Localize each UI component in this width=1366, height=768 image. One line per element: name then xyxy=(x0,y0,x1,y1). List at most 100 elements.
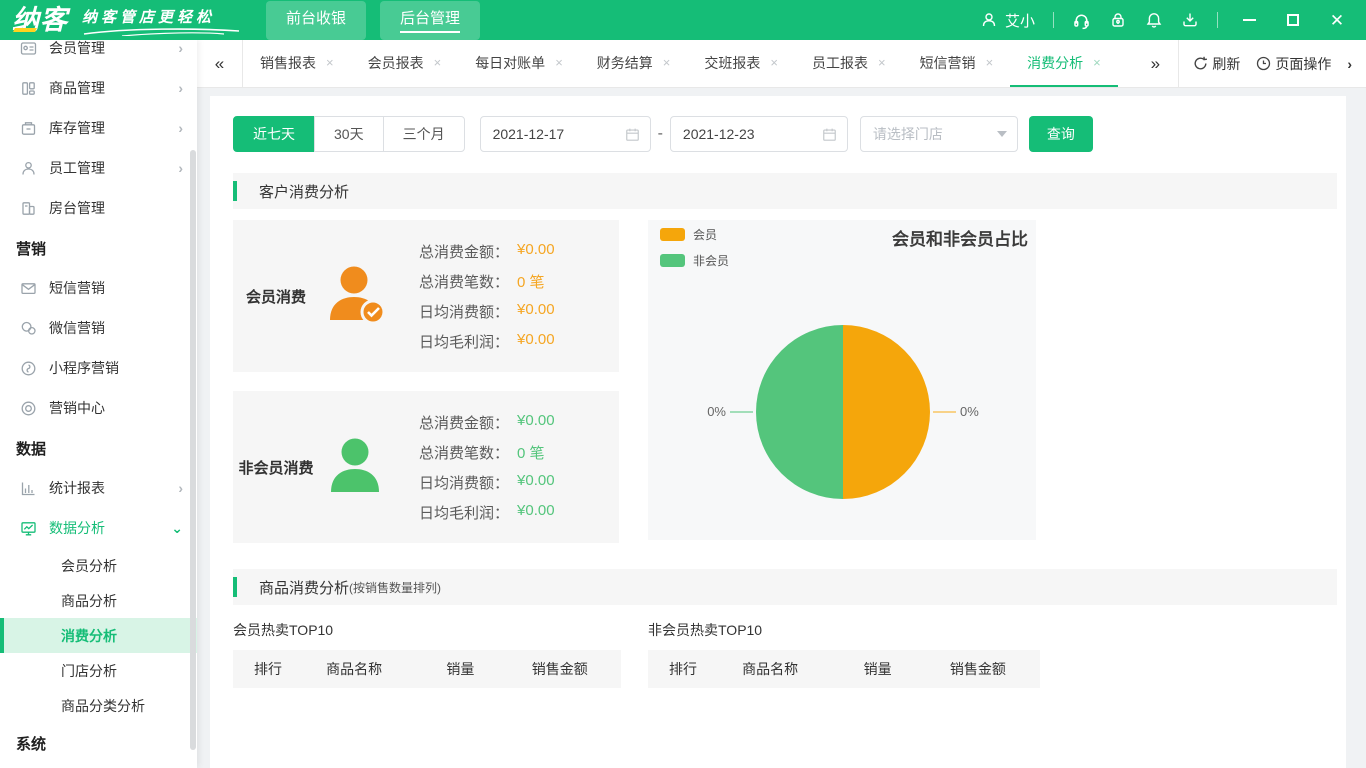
sidebar-menu: 会员管理› 商品管理› 库存管理› 员工管理› 房台管理 营销 短信营销 微信营… xyxy=(0,40,197,763)
top10-tables-row: 会员热卖TOP10 排行 商品名称 销量 销售金额 非会员热卖TOP10 排行 … xyxy=(233,620,1337,688)
tab-consumption-analysis[interactable]: 消费分析× xyxy=(1010,40,1118,87)
range-30days-button[interactable]: 30天 xyxy=(314,116,384,152)
sidebar-subitem-store-analysis[interactable]: 门店分析 xyxy=(0,653,197,688)
tab-shift-report[interactable]: 交班报表× xyxy=(687,40,795,87)
tabs-scroll-left-button[interactable]: « xyxy=(197,40,243,87)
app-logo: 纳客 xyxy=(0,2,78,38)
tab-sms-marketing[interactable]: 短信营销× xyxy=(903,40,1011,87)
tab-close-icon[interactable]: × xyxy=(326,55,334,70)
sidebar-item-product-mgmt[interactable]: 商品管理› xyxy=(0,68,197,108)
sidebar-subitem-product-category-analysis[interactable]: 商品分类分析 xyxy=(0,688,197,723)
user-menu[interactable]: 艾小 xyxy=(980,10,1035,31)
range-3months-button[interactable]: 三个月 xyxy=(383,116,465,152)
member-daily-profit: ¥0.00 xyxy=(517,331,555,352)
start-date-field[interactable] xyxy=(480,116,651,152)
member-total-count: 0 笔 xyxy=(517,271,545,292)
member-ratio-pie-chart: 会员 非会员 会员和非会员占比 0% 0% xyxy=(648,220,1036,540)
sidebar-subitem-product-analysis[interactable]: 商品分析 xyxy=(0,583,197,618)
member-avatar-icon xyxy=(319,260,391,332)
page-operations-icon xyxy=(1256,56,1271,71)
nonmember-avatar-icon xyxy=(319,431,391,503)
lock-icon[interactable] xyxy=(1109,11,1127,29)
date-separator: - xyxy=(658,125,663,143)
sidebar-item-staff-mgmt[interactable]: 员工管理› xyxy=(0,148,197,188)
tab-staff-report[interactable]: 员工报表× xyxy=(795,40,903,87)
chevron-right-icon: › xyxy=(178,40,183,56)
member-daily-avg: ¥0.00 xyxy=(517,301,555,322)
tab-close-icon[interactable]: × xyxy=(434,55,442,70)
sidebar-subitem-member-analysis[interactable]: 会员分析 xyxy=(0,548,197,583)
stat-cards-column: 会员消费 总消费金额：¥0.00 总消费笔数：0 笔 日均消费额：¥0.00 日… xyxy=(233,220,619,543)
tab-close-icon[interactable]: × xyxy=(878,55,886,70)
pie-label-nonmember: 0% xyxy=(707,404,726,419)
topnav-front-cashier[interactable]: 前台收银 xyxy=(266,1,366,40)
staff-person-icon xyxy=(20,159,38,177)
tab-close-icon[interactable]: × xyxy=(663,55,671,70)
start-date-input[interactable] xyxy=(493,126,625,142)
tab-close-icon[interactable]: × xyxy=(555,55,563,70)
nonmember-total-count: 0 笔 xyxy=(517,442,545,463)
topnav-backend-manage[interactable]: 后台管理 xyxy=(380,1,480,40)
nonmember-card-title: 非会员消费 xyxy=(233,457,319,478)
nonmember-top10-title: 非会员热卖TOP10 xyxy=(648,620,1040,640)
tabs-scroll-right-button[interactable]: » xyxy=(1132,40,1178,87)
end-date-input[interactable] xyxy=(683,126,822,142)
target-icon xyxy=(20,399,38,417)
nonmember-daily-avg: ¥0.00 xyxy=(517,472,555,493)
divider xyxy=(1053,12,1054,28)
tab-finance-settlement[interactable]: 财务结算× xyxy=(580,40,688,87)
search-button[interactable]: 查询 xyxy=(1029,116,1093,152)
pie-label-member: 0% xyxy=(960,404,979,419)
sidebar-item-statistic-reports[interactable]: 统计报表› xyxy=(0,468,197,508)
slogan-swoosh xyxy=(82,27,242,36)
minimize-icon xyxy=(1243,19,1256,21)
nonmember-total-amount: ¥0.00 xyxy=(517,412,555,433)
close-icon: ✕ xyxy=(1330,12,1344,29)
tab-close-icon[interactable]: × xyxy=(986,55,994,70)
sidebar-item-wechat-marketing[interactable]: 微信营销 xyxy=(0,308,197,348)
window-close-button[interactable]: ✕ xyxy=(1324,7,1350,33)
sidebar-item-sms-marketing[interactable]: 短信营销 xyxy=(0,268,197,308)
legend-item-nonmember[interactable]: 非会员 xyxy=(660,252,729,269)
section-customer-consumption: 客户消费分析 xyxy=(233,173,1337,209)
sidebar-item-member-mgmt[interactable]: 会员管理› xyxy=(0,40,197,68)
tab-close-icon[interactable]: × xyxy=(1093,55,1101,70)
legend-item-member[interactable]: 会员 xyxy=(660,226,729,243)
sidebar-item-miniprogram-marketing[interactable]: 小程序营销 xyxy=(0,348,197,388)
tab-daily-reconciliation[interactable]: 每日对账单× xyxy=(458,40,580,87)
window-minimize-button[interactable] xyxy=(1236,7,1262,33)
miniprogram-icon xyxy=(20,359,38,377)
tab-member-report[interactable]: 会员报表× xyxy=(351,40,459,87)
maximize-icon xyxy=(1287,14,1299,26)
refresh-button[interactable]: 刷新 xyxy=(1193,54,1240,74)
download-icon[interactable] xyxy=(1181,11,1199,29)
tab-tools: 刷新 页面操作 › xyxy=(1178,40,1366,87)
sidebar-item-room-mgmt[interactable]: 房台管理 xyxy=(0,188,197,228)
chevron-down-icon xyxy=(997,131,1007,137)
page-content: 近七天 30天 三个月 - 请选择门店 查询 客户消费分析 xyxy=(210,96,1346,768)
tab-close-icon[interactable]: × xyxy=(770,55,778,70)
sidebar-section-data: 数据 xyxy=(0,428,197,468)
tab-sales-report[interactable]: 销售报表× xyxy=(243,40,351,87)
store-select[interactable]: 请选择门店 xyxy=(860,116,1018,152)
sidebar-scrollbar[interactable] xyxy=(190,150,196,750)
range-last7days-button[interactable]: 近七天 xyxy=(233,116,315,152)
logo-accent-shape xyxy=(13,28,37,32)
page-operations-button[interactable]: 页面操作 xyxy=(1256,54,1331,74)
end-date-field[interactable] xyxy=(670,116,848,152)
chevron-right-icon: › xyxy=(178,160,183,176)
monitor-chart-icon xyxy=(20,519,38,537)
sidebar-subitem-consumption-analysis[interactable]: 消费分析 xyxy=(0,618,197,653)
more-chevron-icon[interactable]: › xyxy=(1347,56,1352,72)
sidebar-item-data-analysis[interactable]: 数据分析⌄ xyxy=(0,508,197,548)
bell-notification-icon[interactable] xyxy=(1145,11,1163,29)
sidebar-item-inventory-mgmt[interactable]: 库存管理› xyxy=(0,108,197,148)
sidebar-item-marketing-center[interactable]: 营销中心 xyxy=(0,388,197,428)
chart-legend: 会员 非会员 xyxy=(660,226,729,278)
window-maximize-button[interactable] xyxy=(1280,7,1306,33)
member-card-title: 会员消费 xyxy=(233,286,319,307)
headset-support-icon[interactable] xyxy=(1072,11,1091,30)
refresh-icon xyxy=(1193,56,1208,71)
table-header-row: 排行 商品名称 销量 销售金额 xyxy=(233,650,621,688)
consumption-row: 会员消费 总消费金额：¥0.00 总消费笔数：0 笔 日均消费额：¥0.00 日… xyxy=(233,220,1337,543)
